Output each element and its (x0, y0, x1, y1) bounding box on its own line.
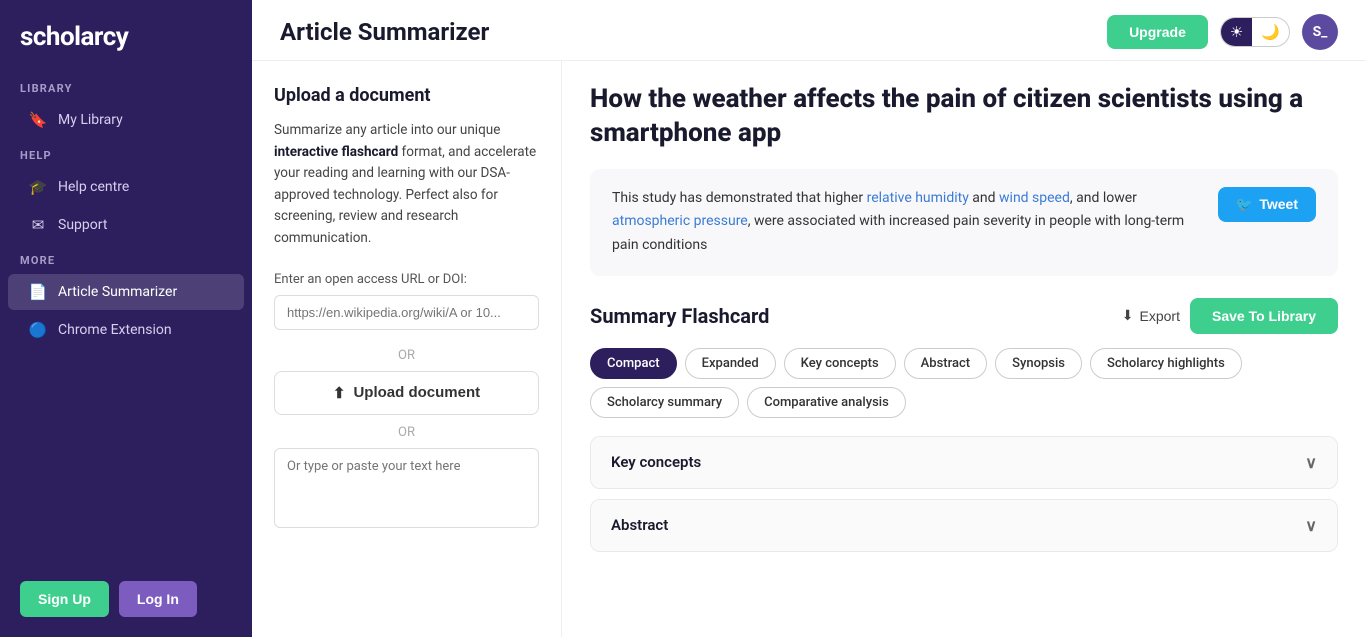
summary-text-middle1: and (969, 190, 999, 206)
upload-document-button[interactable]: ⬆ Upload document (274, 371, 539, 415)
theme-dark-button[interactable]: 🌙 (1252, 18, 1289, 46)
tab-scholarcy-highlights[interactable]: Scholarcy highlights (1090, 348, 1242, 379)
or-divider-1: OR (274, 348, 539, 363)
topbar-right: Upgrade ☀ 🌙 S_ (1107, 14, 1338, 50)
url-input[interactable] (274, 295, 539, 330)
login-button[interactable]: Log In (119, 581, 197, 617)
sidebar: scholarcy Library 🔖 My Library Help 🎓 He… (0, 0, 252, 637)
flashcard-header: Summary Flashcard ⬇ Export Save To Libra… (590, 298, 1338, 334)
tab-key-concepts[interactable]: Key concepts (784, 348, 896, 379)
right-panel: How the weather affects the pain of citi… (562, 61, 1366, 637)
tab-synopsis[interactable]: Synopsis (995, 348, 1082, 379)
avatar[interactable]: S_ (1302, 14, 1338, 50)
left-panel: Upload a document Summarize any article … (252, 61, 562, 637)
sidebar-item-support[interactable]: ✉ Support (8, 207, 244, 243)
summary-text: This study has demonstrated that higher … (612, 187, 1202, 258)
sidebar-item-my-library[interactable]: 🔖 My Library (8, 102, 244, 138)
theme-light-button[interactable]: ☀ (1221, 18, 1252, 46)
app-logo: scholarcy (0, 0, 252, 72)
bookmark-icon: 🔖 (28, 111, 48, 129)
accordion-key-concepts: Key concepts ∨ (590, 436, 1338, 489)
summary-box: This study has demonstrated that higher … (590, 169, 1338, 276)
export-button[interactable]: ⬇ Export (1122, 307, 1180, 324)
sidebar-bottom-buttons: Sign Up Log In (0, 561, 252, 637)
topbar: Article Summarizer Upgrade ☀ 🌙 S_ (252, 0, 1366, 61)
upload-section-title: Upload a document (274, 85, 539, 106)
or-divider-2: OR (274, 425, 539, 440)
sidebar-section-more: More (0, 244, 252, 273)
upload-label: Upload document (353, 384, 480, 401)
accordion-abstract: Abstract ∨ (590, 499, 1338, 552)
summary-link-pressure[interactable]: atmospheric pressure (612, 213, 748, 229)
sidebar-item-article-summarizer[interactable]: 📄 Article Summarizer (8, 274, 244, 310)
url-label: Enter an open access URL or DOI: (274, 272, 539, 287)
save-to-library-button[interactable]: Save To Library (1190, 298, 1338, 334)
summary-text-before: This study has demonstrated that higher (612, 190, 867, 206)
envelope-icon: ✉ (28, 216, 48, 234)
accordion-key-concepts-header[interactable]: Key concepts ∨ (591, 437, 1337, 488)
description-bold: interactive flashcard (274, 144, 398, 160)
export-icon: ⬇ (1122, 307, 1134, 324)
tweet-label: Tweet (1259, 196, 1298, 212)
flashcard-title: Summary Flashcard (590, 304, 769, 328)
sidebar-item-label: My Library (58, 112, 123, 128)
tab-expanded[interactable]: Expanded (685, 348, 776, 379)
accordion-abstract-label: Abstract (611, 516, 668, 534)
export-label: Export (1140, 308, 1180, 324)
tab-compact[interactable]: Compact (590, 348, 677, 379)
sidebar-item-chrome-extension[interactable]: 🔵 Chrome Extension (8, 312, 244, 348)
main-content: Article Summarizer Upgrade ☀ 🌙 S_ Upload… (252, 0, 1366, 637)
article-title: How the weather affects the pain of citi… (590, 83, 1338, 151)
upload-description: Summarize any article into our unique in… (274, 120, 539, 250)
tab-comparative-analysis[interactable]: Comparative analysis (747, 387, 906, 418)
accordion-abstract-header[interactable]: Abstract ∨ (591, 500, 1337, 551)
tweet-button[interactable]: 🐦 Tweet (1218, 187, 1316, 222)
sidebar-item-label: Article Summarizer (58, 284, 177, 300)
tabs-row: Compact Expanded Key concepts Abstract S… (590, 348, 1338, 418)
sidebar-item-help-centre[interactable]: 🎓 Help centre (8, 169, 244, 205)
theme-toggle[interactable]: ☀ 🌙 (1220, 17, 1290, 47)
summary-text-middle2: , and lower (1070, 190, 1137, 206)
chevron-down-icon-2: ∨ (1305, 516, 1317, 535)
chrome-icon: 🔵 (28, 321, 48, 339)
summary-link-humidity[interactable]: relative humidity (867, 190, 969, 206)
content-area: Upload a document Summarize any article … (252, 61, 1366, 637)
sidebar-item-label: Chrome Extension (58, 322, 172, 338)
summary-link-wind[interactable]: wind speed (999, 190, 1070, 206)
text-paste-area[interactable] (274, 448, 539, 528)
upgrade-button[interactable]: Upgrade (1107, 15, 1208, 49)
document-icon: 📄 (28, 283, 48, 301)
accordion-key-concepts-label: Key concepts (611, 453, 701, 471)
upload-icon: ⬆ (333, 384, 346, 402)
signup-button[interactable]: Sign Up (20, 581, 109, 617)
sidebar-section-help: Help (0, 139, 252, 168)
chevron-down-icon: ∨ (1305, 453, 1317, 472)
tweet-icon: 🐦 (1236, 196, 1253, 213)
flashcard-actions: ⬇ Export Save To Library (1122, 298, 1338, 334)
graduation-icon: 🎓 (28, 178, 48, 196)
tab-abstract[interactable]: Abstract (904, 348, 987, 379)
sidebar-item-label: Help centre (58, 179, 129, 195)
sidebar-item-label: Support (58, 217, 107, 233)
sidebar-section-library: Library (0, 72, 252, 101)
tab-scholarcy-summary[interactable]: Scholarcy summary (590, 387, 739, 418)
page-title: Article Summarizer (280, 18, 489, 46)
description-before: Summarize any article into our unique (274, 122, 500, 138)
